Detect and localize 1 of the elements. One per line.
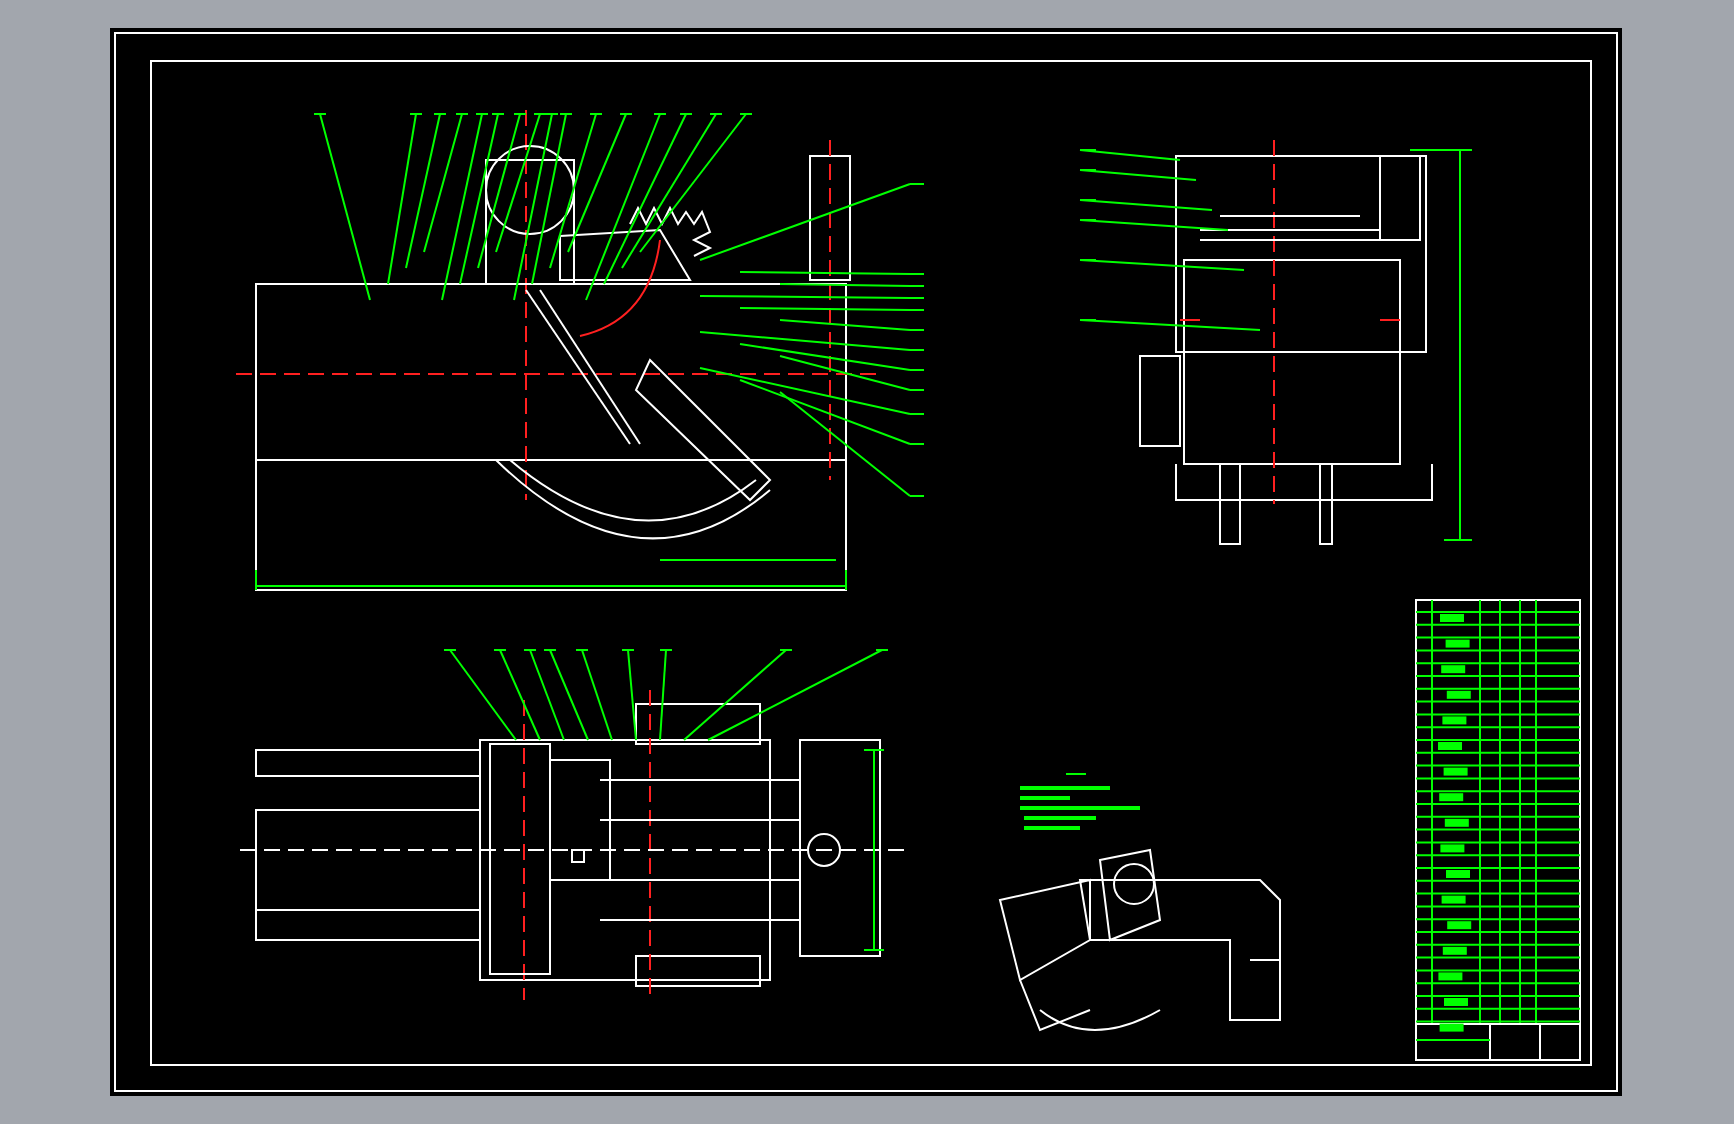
technical-notes-drawing (1020, 773, 1140, 830)
